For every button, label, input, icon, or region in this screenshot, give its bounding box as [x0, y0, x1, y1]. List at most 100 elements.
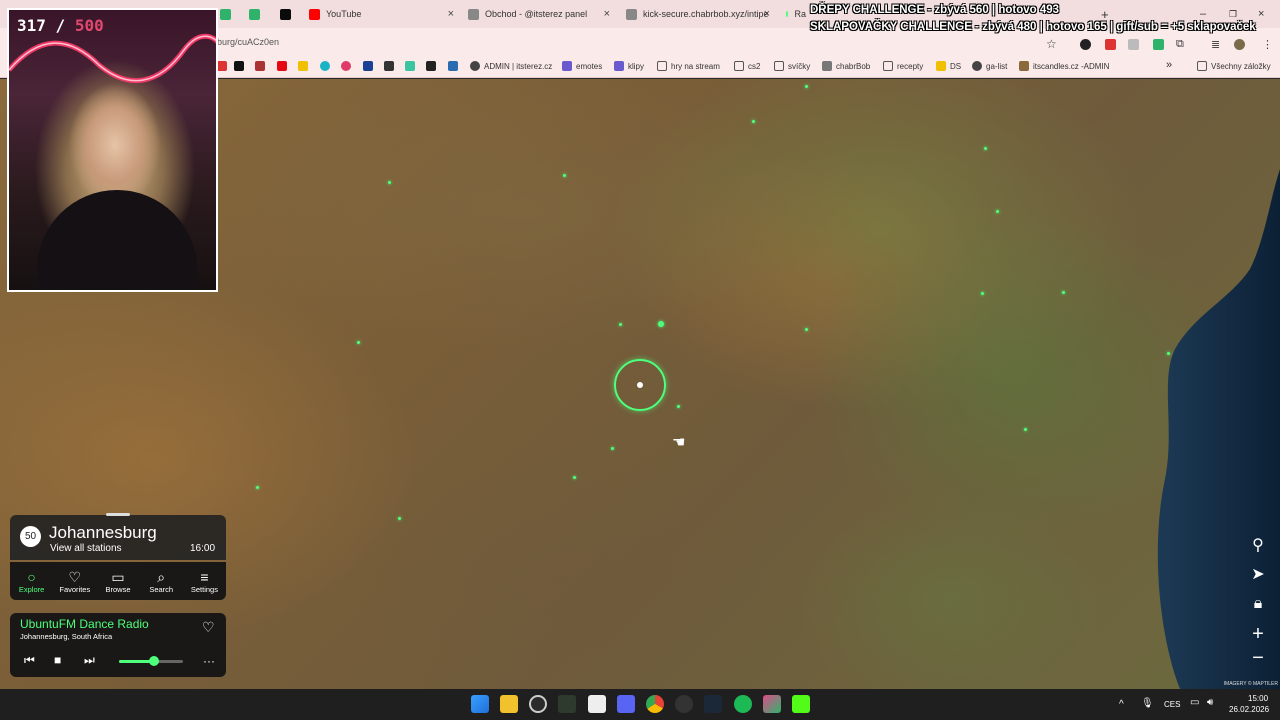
url-field[interactable]: burg/cuACz0en — [217, 37, 279, 47]
browser-tab[interactable] — [280, 4, 304, 24]
spotify-icon[interactable] — [734, 695, 752, 713]
browser-tab[interactable] — [249, 4, 273, 24]
kick-icon[interactable] — [792, 695, 810, 713]
station-dot[interactable] — [805, 85, 808, 88]
zoom-in-button[interactable]: + — [1246, 622, 1270, 646]
station-dot[interactable] — [563, 174, 566, 177]
close-window-icon[interactable]: × — [1258, 4, 1264, 24]
app-c-icon[interactable] — [529, 695, 547, 713]
favorite-heart-icon[interactable]: ♡ — [202, 619, 215, 636]
station-dot[interactable] — [677, 405, 680, 408]
bookmark-folder-cs2[interactable]: cs2 — [734, 61, 760, 71]
bookmark-icon[interactable] — [217, 61, 231, 71]
language-indicator[interactable]: CES — [1164, 700, 1180, 709]
bookmark-icon[interactable] — [298, 61, 312, 71]
bookmark-icon[interactable] — [255, 61, 269, 71]
browser-tab-kick[interactable]: kick-secure.chabrbob.xyz/intipe × — [626, 4, 770, 24]
station-dot[interactable] — [573, 476, 576, 479]
close-tab-icon[interactable]: × — [764, 8, 770, 20]
browser-tab-youtube[interactable]: YouTube × — [309, 4, 454, 24]
location-pin-icon[interactable]: ⚲ — [1246, 533, 1270, 557]
bookmark-folder-svicky[interactable]: svíčky — [774, 61, 810, 71]
bookmark-icon[interactable] — [341, 61, 355, 71]
station-dot[interactable] — [658, 321, 664, 327]
nav-browse[interactable]: ▭ Browse — [96, 562, 139, 600]
netflix-icon[interactable] — [277, 61, 291, 71]
close-tab-icon[interactable]: × — [604, 8, 610, 20]
now-playing-title[interactable]: UbuntuFM Dance Radio — [20, 617, 149, 631]
lock-icon[interactable]: 🔒︎ — [1246, 592, 1270, 616]
station-dot[interactable] — [388, 181, 391, 184]
volume-slider[interactable] — [119, 656, 183, 666]
bookmark-admin[interactable]: ADMIN | itsterez.cz — [470, 61, 552, 71]
station-dot[interactable] — [1062, 291, 1065, 294]
nav-settings[interactable]: ≡ Settings — [183, 562, 226, 600]
station-dot[interactable] — [1167, 352, 1170, 355]
bookmark-klipy[interactable]: klipy — [614, 61, 644, 71]
bookmark-all[interactable]: Všechny záložky — [1197, 61, 1271, 71]
volume-icon[interactable]: 🔊︎ — [1207, 697, 1213, 708]
station-dot[interactable] — [996, 210, 999, 213]
app-icon[interactable] — [675, 695, 693, 713]
browser-tab-shop[interactable]: Obchod - @itsterez panel × — [468, 4, 610, 24]
close-tab-icon[interactable]: × — [448, 8, 454, 20]
bookmark-icon[interactable] — [448, 61, 462, 71]
bookmark-ga-list[interactable]: ga-list — [972, 61, 1007, 71]
stop-button[interactable]: ■ — [54, 653, 61, 667]
bookmarks-overflow-icon[interactable]: » — [1166, 59, 1172, 71]
capcut-icon[interactable] — [588, 695, 606, 713]
windows-start-icon[interactable] — [471, 695, 489, 713]
discord-icon[interactable] — [617, 695, 635, 713]
steam-icon[interactable] — [704, 695, 722, 713]
bookmark-star-icon[interactable]: ☆ — [1046, 34, 1057, 54]
nav-favorites[interactable]: ♡ Favorites — [53, 562, 96, 600]
extension-icon[interactable] — [1153, 34, 1170, 54]
browser-tab[interactable] — [220, 4, 244, 24]
paypal-icon[interactable] — [363, 61, 377, 71]
nav-search[interactable]: ⌕ Search — [140, 562, 183, 600]
next-button[interactable]: ⏭︎ — [84, 653, 95, 668]
browser-tab-radio[interactable]: Ra — [786, 4, 806, 24]
xbox-icon[interactable] — [558, 695, 576, 713]
display-icon[interactable]: ▭ — [1190, 697, 1199, 708]
bookmark-ds[interactable]: DS — [936, 61, 961, 71]
station-dot[interactable] — [805, 328, 808, 331]
clock-date[interactable]: 26.02.2026 — [1229, 705, 1269, 714]
bookmark-folder-hry[interactable]: hry na stream — [657, 61, 720, 71]
browser-menu-icon[interactable]: ⋮ — [1262, 34, 1273, 54]
x-icon[interactable] — [234, 61, 248, 71]
station-dot[interactable] — [1024, 428, 1027, 431]
extension-icon[interactable] — [1080, 34, 1097, 54]
reading-list-icon[interactable]: ≣ — [1211, 34, 1220, 54]
chrome-icon[interactable] — [646, 695, 664, 713]
profile-avatar[interactable] — [1234, 34, 1251, 54]
bookmark-folder-recepty[interactable]: recepty — [883, 61, 923, 71]
station-dot[interactable] — [256, 486, 259, 489]
station-dot[interactable] — [611, 447, 614, 450]
navigate-arrow-icon[interactable]: ➤ — [1246, 562, 1270, 586]
bookmark-emotes[interactable]: emotes — [562, 61, 602, 71]
bookmark-icon[interactable] — [405, 61, 419, 71]
nav-explore[interactable]: ○ Explore — [10, 562, 53, 600]
station-dot[interactable] — [357, 341, 360, 344]
station-dot[interactable] — [619, 323, 622, 326]
extensions-puzzle-icon[interactable]: ⧉ — [1176, 34, 1184, 54]
view-all-stations-link[interactable]: View all stations — [50, 543, 122, 554]
station-dot[interactable] — [398, 517, 401, 520]
drag-handle[interactable] — [106, 513, 130, 516]
station-dot[interactable] — [984, 147, 987, 150]
microphone-icon[interactable]: 🎙︎ — [1141, 698, 1154, 709]
file-explorer-icon[interactable] — [500, 695, 518, 713]
bookmark-chabrbob[interactable]: chabrBob — [822, 61, 870, 71]
more-options-icon[interactable]: ··· — [203, 654, 215, 668]
extension-icon[interactable] — [1128, 34, 1145, 54]
tray-chevron-icon[interactable]: ^ — [1119, 699, 1124, 710]
station-dot[interactable] — [752, 120, 755, 123]
station-dot[interactable] — [981, 292, 984, 295]
bookmark-icon[interactable] — [384, 61, 398, 71]
clock-time[interactable]: 15:00 — [1248, 694, 1268, 703]
download-icon[interactable] — [426, 61, 440, 71]
app-triangle-icon[interactable] — [763, 695, 781, 713]
bookmark-itscandles[interactable]: itscandles.cz -ADMIN — [1019, 61, 1109, 71]
previous-button[interactable]: ⏮︎ — [24, 653, 35, 668]
